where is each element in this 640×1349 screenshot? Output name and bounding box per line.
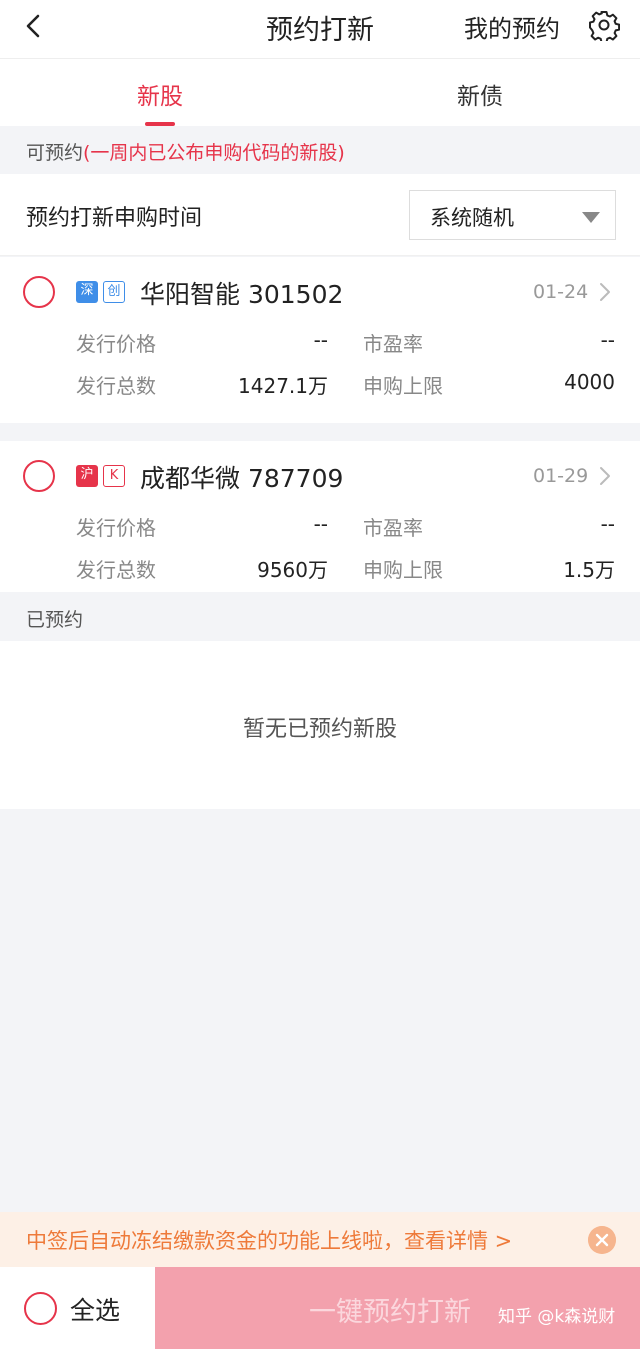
stock-select-radio[interactable] — [23, 460, 55, 492]
one-click-reserve-button[interactable]: 一键预约打新 知乎 @k森说财 — [155, 1267, 640, 1349]
board-badge: 创 — [103, 281, 125, 303]
pe-label: 市盈率 — [363, 332, 423, 356]
close-icon[interactable] — [588, 1226, 616, 1254]
subscribe-time-row: 预约打新申购时间 系统随机 — [0, 174, 640, 256]
available-section-header: 可预约(一周内已公布申购代码的新股) — [0, 126, 640, 174]
chevron-right-icon[interactable] — [598, 465, 612, 487]
available-note: (一周内已公布申购代码的新股) — [83, 142, 345, 164]
subscribe-time-label: 预约打新申购时间 — [26, 206, 203, 231]
subscribe-limit-label: 申购上限 — [363, 558, 443, 582]
available-label: 可预约 — [26, 142, 84, 164]
bottom-action-bar: 全选 一键预约打新 知乎 @k森说财 — [0, 1267, 640, 1349]
select-all-radio[interactable] — [24, 1292, 57, 1325]
banner-text[interactable]: 中签后自动冻结缴款资金的功能上线啦，查看详情 > — [26, 1225, 512, 1255]
notice-banner[interactable]: 中签后自动冻结缴款资金的功能上线啦，查看详情 > — [0, 1212, 640, 1267]
stock-date: 01-29 — [533, 465, 589, 487]
subscribe-time-value: 系统随机 — [430, 206, 514, 230]
caret-down-icon — [582, 212, 600, 223]
watermark: 知乎 @k森说财 — [498, 1307, 616, 1327]
submit-label: 一键预约打新 — [309, 1297, 471, 1328]
stock-card[interactable]: 深 创 华阳智能 301502 01-24 发行价格 -- 市盈率 -- 发行总… — [0, 257, 640, 423]
reserved-label: 已预约 — [26, 609, 84, 631]
issue-total-value: 1427.1万 — [238, 374, 328, 398]
reserved-empty-state: 暂无已预约新股 — [0, 641, 640, 809]
gear-icon[interactable] — [588, 9, 620, 41]
market-badge: 深 — [76, 281, 98, 303]
app-header: 预约打新 我的预约 — [0, 0, 640, 58]
stock-card[interactable]: 沪 K 成都华微 787709 01-29 发行价格 -- 市盈率 -- 发行总… — [0, 441, 640, 592]
subscribe-time-select[interactable]: 系统随机 — [409, 190, 616, 240]
stock-name: 成都华微 787709 — [140, 464, 344, 493]
tab-new-bonds[interactable]: 新债 — [320, 77, 640, 111]
issue-total-value: 9560万 — [257, 558, 328, 582]
subscribe-limit-value: 1.5万 — [563, 558, 615, 582]
pe-value: -- — [600, 512, 615, 536]
tab-bar: 新股 新债 — [0, 58, 640, 126]
pe-value: -- — [600, 328, 615, 352]
issue-total-label: 发行总数 — [76, 558, 156, 582]
market-badge: 沪 — [76, 465, 98, 487]
empty-message: 暂无已预约新股 — [242, 717, 397, 742]
stock-select-radio[interactable] — [23, 276, 55, 308]
tab-new-stocks[interactable]: 新股 — [0, 77, 320, 111]
subscribe-limit-value: 4000 — [564, 370, 615, 394]
stock-date: 01-24 — [533, 281, 589, 303]
issue-total-label: 发行总数 — [76, 374, 156, 398]
subscribe-limit-label: 申购上限 — [363, 374, 443, 398]
issue-price-label: 发行价格 — [76, 332, 156, 356]
issue-price-value: -- — [313, 328, 328, 352]
pe-label: 市盈率 — [363, 516, 423, 540]
stock-name: 华阳智能 301502 — [140, 280, 344, 309]
reserved-section-header: 已预约 — [0, 593, 640, 641]
select-all-label[interactable]: 全选 — [70, 1291, 120, 1327]
board-badge: K — [103, 465, 125, 487]
my-reservations-link[interactable]: 我的预约 — [464, 9, 560, 44]
issue-price-value: -- — [313, 512, 328, 536]
chevron-right-icon[interactable] — [598, 281, 612, 303]
issue-price-label: 发行价格 — [76, 516, 156, 540]
